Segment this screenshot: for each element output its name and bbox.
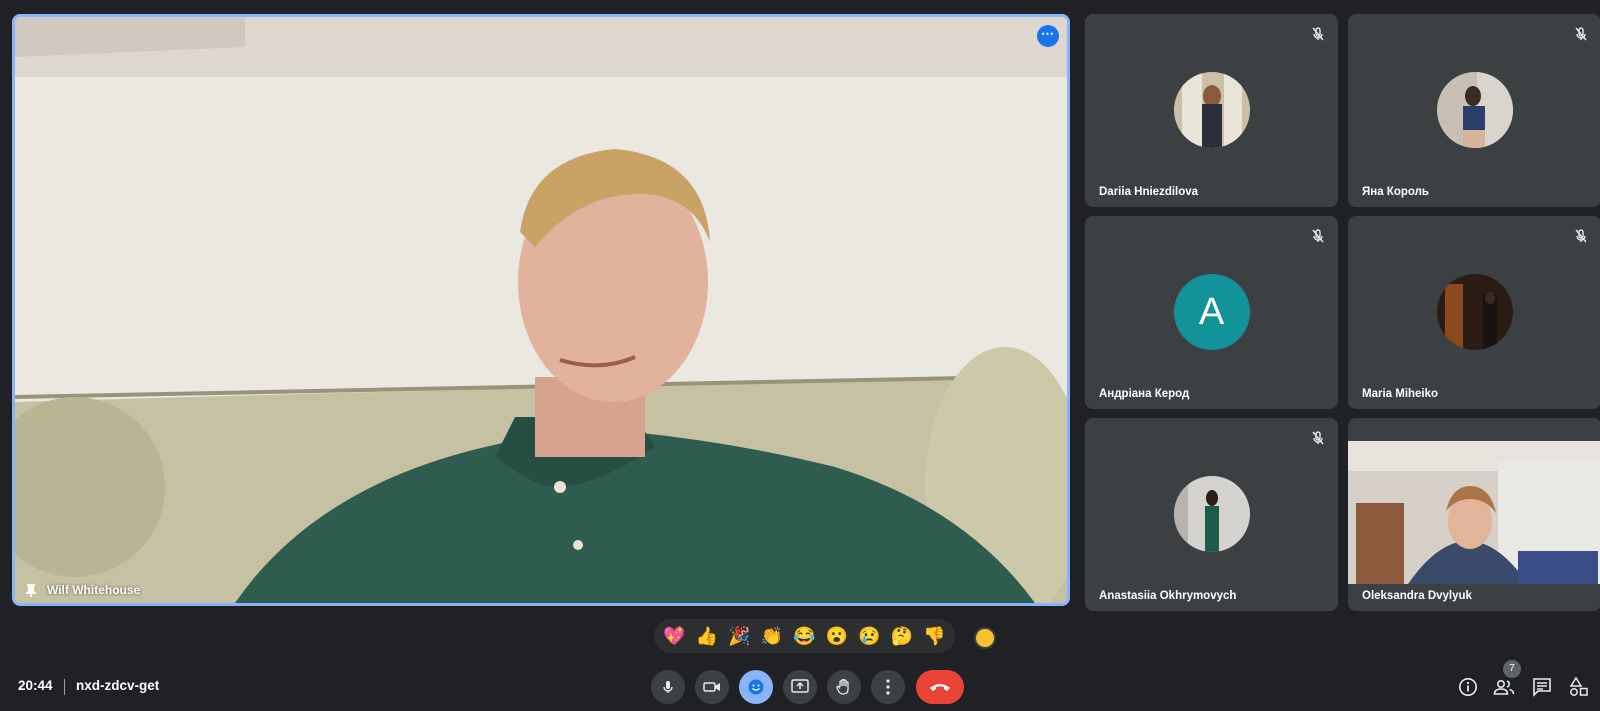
- present-screen-icon: [791, 679, 809, 693]
- leave-call-button[interactable]: [916, 670, 964, 704]
- reaction-surprised[interactable]: 😮: [823, 626, 851, 647]
- raise-hand-button[interactable]: [827, 670, 861, 704]
- more-options-button[interactable]: [871, 670, 905, 704]
- participant-name: Dariia Hniezdilova: [1099, 186, 1199, 198]
- main-speaker-tile[interactable]: ⋯ Wilf Whitehouse: [12, 14, 1070, 606]
- participant-tile[interactable]: Dariia Hniezdilova: [1085, 14, 1338, 207]
- reaction-joy[interactable]: 😂: [790, 626, 818, 647]
- hand-icon: [836, 678, 849, 695]
- people-button[interactable]: [1493, 676, 1515, 698]
- mic-off-icon: [1312, 27, 1324, 41]
- participant-tile[interactable]: Anastasiia Okhrymovych: [1085, 418, 1338, 611]
- skin-tone-selector[interactable]: [974, 627, 996, 649]
- mic-icon: [663, 681, 673, 693]
- microphone-button[interactable]: [651, 670, 685, 704]
- call-end-icon: [930, 684, 950, 691]
- activities-button[interactable]: [1568, 676, 1590, 698]
- pin-icon[interactable]: [25, 583, 37, 597]
- mic-off-icon: [1575, 229, 1587, 243]
- mic-off-icon: [1312, 229, 1324, 243]
- reaction-sad[interactable]: 😢: [856, 626, 884, 647]
- participant-name: Maria Miheiko: [1362, 388, 1439, 400]
- participant-avatar: [1436, 274, 1513, 350]
- reaction-clapping[interactable]: 👏: [758, 626, 786, 647]
- participant-name: Андріана Керод: [1099, 388, 1190, 400]
- reaction-party-popper[interactable]: 🎉: [725, 626, 753, 647]
- chat-icon: [1533, 678, 1551, 697]
- chat-button[interactable]: [1531, 676, 1553, 698]
- mic-off-icon: [1575, 27, 1587, 41]
- participant-avatar: [1436, 72, 1513, 148]
- present-button[interactable]: [783, 670, 817, 704]
- mic-off-icon: [1312, 431, 1324, 445]
- reactions-button[interactable]: [739, 670, 773, 704]
- participant-name: Oleksandra Dvylyuk: [1362, 590, 1472, 602]
- reaction-sparkling-heart[interactable]: 💖: [660, 626, 688, 647]
- people-count-badge: 7: [1503, 660, 1521, 678]
- meeting-code[interactable]: nxd-zdcv-get: [76, 678, 159, 693]
- camera-button[interactable]: [695, 670, 729, 704]
- info-icon: [1459, 678, 1477, 696]
- tile-options-button[interactable]: ⋯: [1037, 25, 1059, 47]
- reaction-thinking[interactable]: 🤔: [888, 626, 916, 647]
- participant-avatar: [1173, 72, 1250, 148]
- participant-avatar: [1173, 476, 1250, 552]
- meeting-details-button[interactable]: [1457, 676, 1479, 698]
- reaction-thumbs-down[interactable]: 👎: [921, 626, 949, 647]
- participant-video: [1348, 441, 1600, 584]
- participant-tile[interactable]: Яна Король: [1348, 14, 1600, 207]
- participant-avatar-letter: A: [1173, 274, 1250, 350]
- videocam-icon: [703, 682, 720, 692]
- reaction-thumbs-up[interactable]: 👍: [693, 626, 721, 647]
- meeting-time: 20:44: [18, 678, 53, 693]
- activities-icon: [1569, 677, 1588, 696]
- main-speaker-video: [15, 17, 1067, 603]
- participant-name: Яна Король: [1362, 186, 1429, 198]
- emoji-icon: [748, 679, 764, 695]
- participant-tile[interactable]: A Андріана Керод: [1085, 216, 1338, 409]
- participant-name: Anastasiia Okhrymovych: [1099, 590, 1237, 602]
- participant-tile[interactable]: Oleksandra Dvylyuk: [1348, 418, 1600, 611]
- divider: [64, 679, 65, 695]
- more-vert-icon: [886, 679, 890, 695]
- participant-tile[interactable]: Maria Miheiko: [1348, 216, 1600, 409]
- reactions-bar: 💖 👍 🎉 👏 😂 😮 😢 🤔 👎: [654, 619, 955, 653]
- main-speaker-label: Wilf Whitehouse: [25, 583, 140, 597]
- people-icon: [1493, 679, 1515, 695]
- main-speaker-name: Wilf Whitehouse: [47, 583, 141, 597]
